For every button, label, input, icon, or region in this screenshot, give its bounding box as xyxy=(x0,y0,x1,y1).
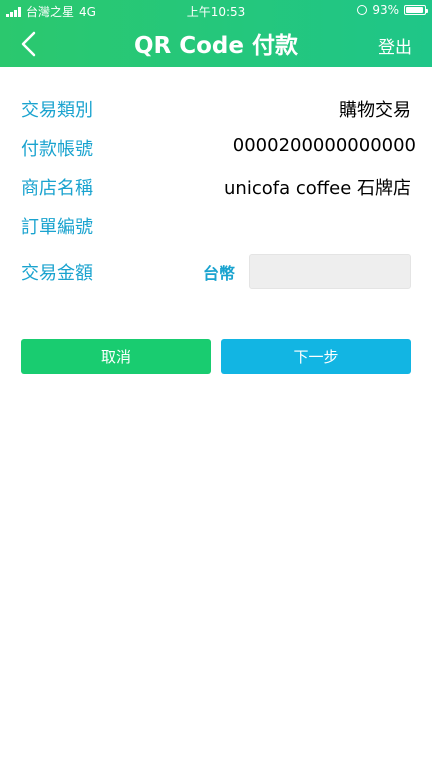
battery-percent: 93% xyxy=(372,3,399,17)
transaction-type-label: 交易類別 xyxy=(21,100,93,121)
payment-account-label: 付款帳號 xyxy=(21,139,93,160)
nav-bar: QR Code 付款 登出 xyxy=(0,20,432,67)
transaction-type-value: 購物交易 xyxy=(339,100,411,121)
order-number-row: 訂單編號 xyxy=(21,213,411,241)
alarm-icon xyxy=(357,5,368,15)
payment-account-row: 付款帳號 0000200000000000 xyxy=(21,135,416,163)
logout-button[interactable]: 登出 xyxy=(378,33,412,58)
order-number-label: 訂單編號 xyxy=(21,217,93,238)
back-button[interactable] xyxy=(14,28,46,60)
chevron-left-icon xyxy=(21,31,36,57)
qr-payment-screen: 台灣之星 4G 上午10:53 93% QR Code 付款 登出 交易類別 購… xyxy=(0,0,432,769)
next-button[interactable]: 下一步 xyxy=(221,339,411,374)
transaction-type-row: 交易類別 購物交易 xyxy=(21,96,411,124)
amount-label: 交易金額 xyxy=(21,263,93,284)
store-name-value: unicofa coffee 石牌店 xyxy=(224,178,411,199)
store-name-label: 商店名稱 xyxy=(21,178,93,199)
header: 台灣之星 4G 上午10:53 93% QR Code 付款 登出 xyxy=(0,0,432,67)
page-title: QR Code 付款 xyxy=(133,33,299,59)
status-bar: 台灣之星 4G 上午10:53 93% xyxy=(0,0,432,20)
store-name-row: 商店名稱 unicofa coffee 石牌店 xyxy=(21,174,411,202)
battery-icon xyxy=(404,5,428,15)
payment-account-value: 0000200000000000 xyxy=(232,135,416,156)
cancel-button[interactable]: 取消 xyxy=(21,339,211,374)
status-right: 93% xyxy=(357,3,428,17)
battery-fill xyxy=(406,7,423,13)
amount-input[interactable] xyxy=(249,254,411,289)
currency-label: 台幣 xyxy=(203,264,236,283)
